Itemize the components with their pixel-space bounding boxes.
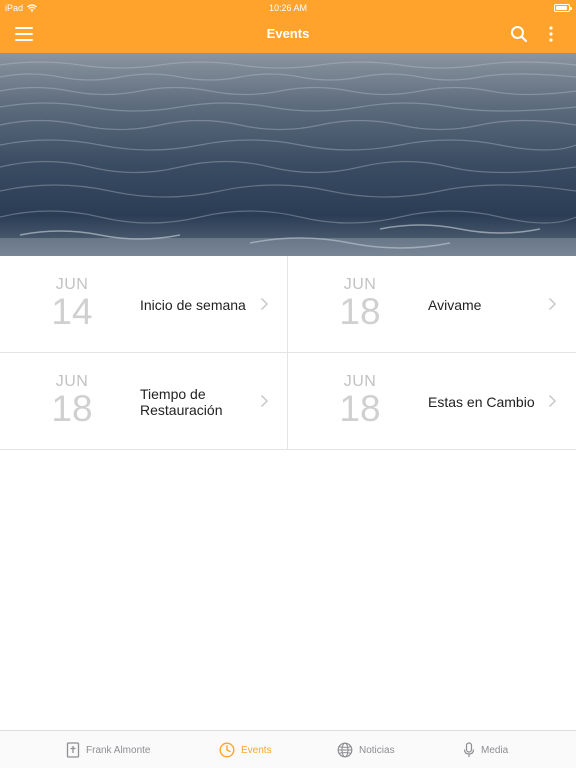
event-title: Avivame (428, 296, 482, 313)
status-bar: iPad 10:26 AM (0, 0, 576, 16)
event-title: Estas en Cambio (428, 393, 535, 410)
microphone-icon (463, 742, 475, 757)
tab-frank-almonte[interactable]: Frank Almonte (66, 731, 150, 768)
chevron-right-icon (548, 297, 557, 311)
tab-noticias[interactable]: Noticias (337, 731, 395, 768)
hero-image (0, 53, 576, 256)
search-icon[interactable] (510, 25, 528, 43)
tab-media[interactable]: Media (463, 731, 508, 768)
tab-label: Noticias (359, 744, 395, 756)
event-day: 18 (51, 388, 93, 429)
status-time: 10:26 AM (268, 3, 308, 13)
tab-events[interactable]: Events (219, 731, 272, 768)
battery-icon (554, 4, 572, 12)
battery-level (556, 6, 567, 10)
event-card[interactable]: JUN 18 Avivame (288, 256, 576, 353)
tab-label: Events (241, 744, 272, 756)
event-day: 18 (339, 388, 381, 429)
book-cross-icon (66, 742, 80, 758)
chevron-right-icon (260, 297, 269, 311)
event-title: Inicio de semana (140, 296, 246, 313)
event-day: 18 (339, 291, 381, 332)
event-card[interactable]: JUN 18 Tiempo de Restauración (0, 353, 288, 450)
event-title: Tiempo de Restauración (140, 385, 223, 418)
event-card[interactable]: JUN 14 Inicio de semana (0, 256, 288, 353)
chevron-right-icon (548, 394, 557, 408)
page-title: Events (266, 26, 310, 41)
tab-bar: Frank Almonte Events Noticias Media (0, 730, 576, 768)
clock-icon (219, 742, 235, 758)
event-card[interactable]: JUN 18 Estas en Cambio (288, 353, 576, 450)
water-waves-image (0, 61, 576, 256)
globe-icon (337, 742, 353, 758)
event-day: 14 (51, 291, 93, 332)
tab-label: Media (481, 744, 509, 756)
tab-label: Frank Almonte (86, 744, 151, 756)
app-bar: Events (0, 16, 576, 53)
chevron-right-icon (260, 394, 269, 408)
more-vertical-icon[interactable] (545, 25, 557, 43)
